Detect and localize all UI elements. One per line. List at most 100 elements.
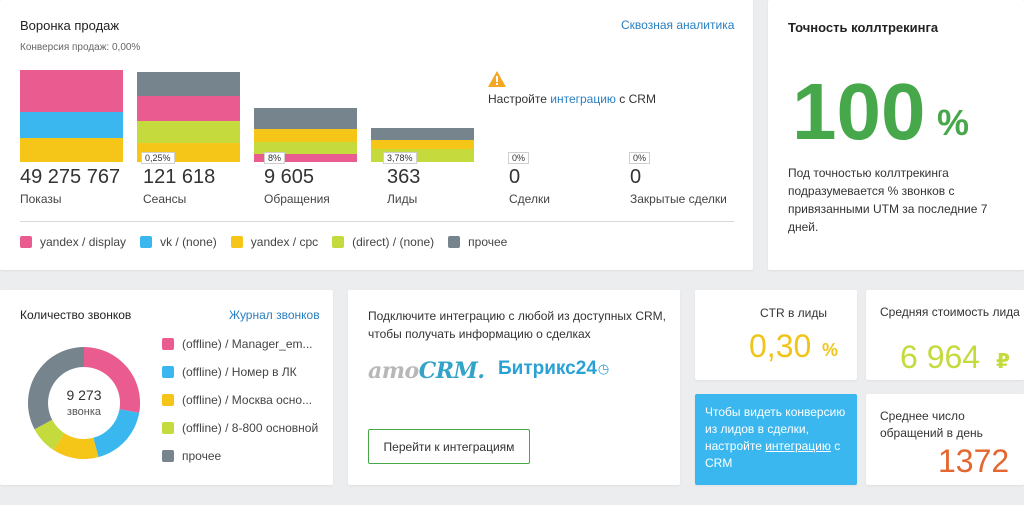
stage-label: Обращения [264, 192, 330, 206]
divider [20, 221, 734, 222]
accuracy-description: Под точностью коллтрекинга подразумевает… [788, 166, 988, 234]
legend-item[interactable]: (offline) / Москва осно... [162, 392, 318, 408]
stage-label: Закрытые сделки [630, 192, 727, 206]
calls-donut-chart [28, 347, 140, 459]
funnel-title: Воронка продаж [20, 18, 120, 33]
funnel-bar-impressions [20, 70, 123, 162]
bar-segment [371, 128, 474, 140]
stage-conversion-badge: 0,25% [141, 152, 175, 164]
warning-icon [488, 71, 506, 87]
sales-funnel-card: Воронка продаж Конверсия продаж: 0,00% С… [0, 0, 753, 270]
bar-segment [254, 108, 357, 129]
crm-integration-card: Подключите интеграцию с любой из доступн… [348, 290, 680, 485]
legend-item[interactable]: (offline) / Номер в ЛК [162, 364, 318, 380]
lead-cost-title: Средняя стоимость лида [880, 305, 1020, 319]
stage-label: Сделки [509, 192, 550, 206]
lead-cost-card: Средняя стоимость лида 6 964 ₽ [866, 290, 1024, 380]
go-to-integrations-button[interactable]: Перейти к интеграциям [368, 429, 530, 464]
stage-value: 363 [387, 166, 421, 188]
legend-label: (direct) / (none) [352, 235, 435, 249]
legend-swatch [332, 236, 345, 248]
crm-setup-notice: Настройте интеграцию с CRM [488, 92, 656, 106]
funnel-bar-sessions [137, 72, 240, 162]
legend-item[interactable]: yandex / cpc [230, 235, 319, 249]
stage-value: 0 [509, 166, 521, 188]
calls-legend: (offline) / Manager_em... (offline) / Но… [162, 336, 332, 476]
bar-segment [20, 70, 123, 112]
legend-label: (offline) / Москва осно... [182, 393, 313, 407]
ctr-unit: % [822, 340, 839, 360]
legend-swatch [162, 422, 174, 434]
stage-label: Показы [20, 192, 62, 206]
conversion-notice-text: Чтобы видеть конверсию из лидов в сделки… [705, 404, 851, 472]
ctr-title: CTR в лиды [759, 306, 828, 320]
stage-value: 9 605 [264, 166, 315, 188]
bar-segment [20, 112, 123, 138]
bar-segment [137, 96, 240, 121]
legend-swatch [20, 236, 32, 248]
legend-label: (offline) / Номер в ЛК [182, 365, 297, 379]
legend-swatch [230, 236, 243, 248]
bar-segment [20, 138, 123, 162]
stage-conversion-badge: 8% [264, 152, 286, 164]
legend-item[interactable]: vk / (none) [140, 235, 217, 249]
integration-link[interactable]: интеграцию [550, 92, 616, 106]
legend-label: yandex / cpc [250, 235, 319, 249]
accuracy-value: 100 [792, 67, 926, 156]
integration-link[interactable]: интеграцию [765, 439, 831, 453]
legend-label: прочее [468, 235, 508, 249]
legend-swatch [162, 394, 174, 406]
legend-label: vk / (none) [160, 235, 217, 249]
avg-requests-card: Среднее число обращений в день 1372 [866, 394, 1024, 485]
avg-requests-value: 1372 [938, 443, 1010, 479]
legend-label: (offline) / Manager_em... [182, 337, 313, 351]
funnel-conversion: Конверсия продаж: 0,00% [20, 42, 141, 53]
stage-conversion-badge: 0% [508, 152, 530, 164]
legend-item[interactable]: прочее [448, 235, 507, 249]
amocrm-logo[interactable]: amoCRM. [368, 358, 485, 384]
bar-segment [254, 129, 357, 142]
legend-label: прочее [182, 449, 222, 463]
ruble-icon: ₽ [996, 351, 1010, 373]
stage-label: Лиды [387, 192, 418, 206]
legend-item[interactable]: yandex / display [20, 235, 126, 249]
legend-item[interactable]: прочее [162, 448, 318, 464]
notice-suffix: с CRM [615, 92, 656, 106]
stage-conversion-badge: 0% [629, 152, 651, 164]
legend-label: (offline) / 8-800 основной [182, 421, 319, 435]
calls-total-label: звонка [66, 406, 102, 418]
legend-item[interactable]: (direct) / (none) [332, 235, 434, 249]
legend-item[interactable]: (offline) / 8-800 основной [162, 420, 318, 436]
avg-requests-title: Среднее число обращений в день [880, 409, 983, 440]
crm-integration-text: Подключите интеграцию с любой из доступн… [368, 309, 666, 341]
funnel-legend: yandex / display vk / (none) yandex / cp… [20, 235, 521, 249]
stage-value: 0 [630, 166, 642, 188]
calls-journal-link[interactable]: Журнал звонков [229, 308, 320, 322]
amocrm-logo-part: CRM. [418, 358, 485, 384]
calls-count-card: Количество звонков Журнал звонков 9 273 … [0, 290, 333, 485]
legend-swatch [162, 450, 174, 462]
accuracy-title: Точность коллтрекинга [788, 20, 939, 35]
ctr-card: CTR в лиды 0,30 % [695, 290, 857, 380]
clock-icon: ◷ [597, 360, 610, 376]
bitrix24-logo[interactable]: Битрикс24◷ [498, 358, 609, 380]
accuracy-unit: % [937, 102, 970, 143]
bar-segment [137, 72, 240, 96]
stage-label: Сеансы [143, 192, 187, 206]
bar-segment [137, 121, 240, 143]
calltracking-accuracy-card: Точность коллтрекинга 100 % Под точность… [768, 0, 1024, 270]
bitrix24-logo-text: Битрикс24 [498, 358, 597, 379]
calls-title: Количество звонков [20, 308, 132, 322]
bar-segment [371, 140, 474, 149]
amocrm-logo-part: amo [368, 358, 419, 384]
end-to-end-analytics-link[interactable]: Сквозная аналитика [621, 18, 734, 32]
notice-prefix: Настройте [488, 92, 551, 106]
stage-value: 121 618 [143, 166, 216, 188]
legend-label: yandex / display [40, 235, 127, 249]
ctr-value: 0,30 [749, 328, 812, 364]
lead-cost-value: 6 964 [900, 339, 981, 375]
calls-total: 9 273 [66, 387, 102, 403]
legend-swatch [162, 338, 174, 350]
legend-item[interactable]: (offline) / Manager_em... [162, 336, 318, 352]
legend-swatch [162, 366, 174, 378]
